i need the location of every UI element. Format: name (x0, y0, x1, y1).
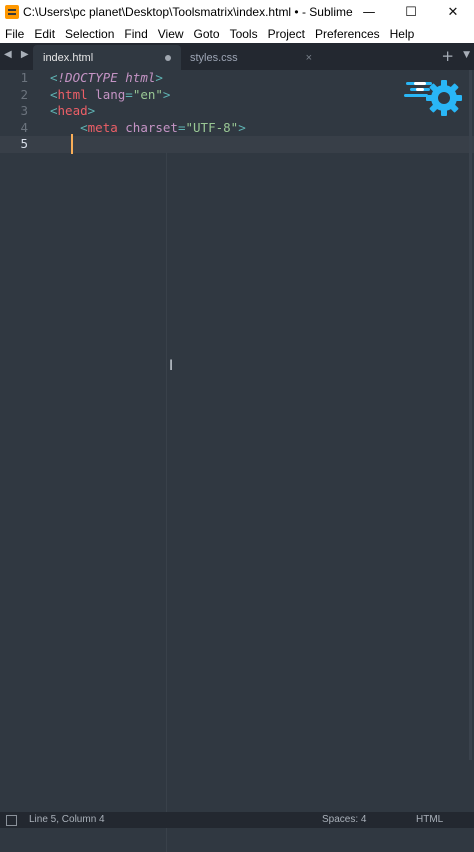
code-token: > (162, 86, 171, 102)
code-token: < (50, 103, 58, 118)
line-number: 2 (20, 86, 28, 102)
code-token: lang (95, 86, 126, 102)
modified-dot-icon[interactable] (165, 54, 171, 61)
status-bar: Line 5, Column 4 Spaces: 4 HTML (0, 812, 474, 828)
tab-bar: ◀ ▶ index.html styles.css × + ▼ (0, 43, 474, 70)
close-button[interactable]: ✕ (432, 0, 474, 24)
code-token: > (155, 70, 163, 85)
menu-help[interactable]: Help (385, 27, 420, 41)
minimize-button[interactable]: — (348, 0, 390, 24)
code-line: <html lang="en"> (50, 87, 246, 104)
sublime-app-icon (5, 5, 19, 19)
line-number: 4 (20, 119, 28, 135)
code-token: "UTF-8" (185, 119, 239, 135)
menu-edit[interactable]: Edit (29, 27, 60, 41)
code-token: = (177, 119, 186, 135)
code-line: <!DOCTYPE html> (50, 70, 246, 87)
menu-bar: File Edit Selection Find View Goto Tools… (0, 24, 474, 43)
indent-guide (166, 152, 167, 852)
tab-label: styles.css (190, 51, 238, 64)
code-token: > (87, 103, 96, 118)
menu-selection[interactable]: Selection (60, 27, 119, 41)
menu-project[interactable]: Project (263, 27, 310, 41)
code-token: head (57, 103, 88, 118)
tab-label: index.html (43, 51, 94, 64)
tab-styles-css[interactable]: styles.css × (180, 45, 322, 70)
code-editor[interactable]: 12345 <!DOCTYPE html> <html lang="en"> <he… (0, 70, 474, 852)
syntax-mode[interactable]: HTML (416, 814, 443, 825)
tab-close-icon[interactable]: × (306, 52, 312, 64)
code-token: html (57, 86, 88, 102)
code-token: charset (125, 119, 178, 135)
code-line: <meta charset="UTF-8"> (50, 120, 246, 137)
menu-tools[interactable]: Tools (225, 27, 263, 41)
ibeam-cursor-icon: I (169, 358, 174, 374)
new-tab-icon[interactable]: + (441, 47, 454, 65)
code-token: < (50, 86, 58, 102)
tab-index-html[interactable]: index.html (33, 45, 181, 70)
cursor-position[interactable]: Line 5, Column 4 (29, 814, 105, 825)
menu-view[interactable]: View (153, 27, 189, 41)
line-number: 5 (20, 136, 28, 151)
window-controls: — ☐ ✕ (348, 0, 474, 24)
code-token: < (50, 70, 58, 85)
indentation-setting[interactable]: Spaces: 4 (322, 814, 366, 825)
line-number: 3 (20, 103, 28, 118)
code-token: > (238, 119, 246, 135)
line-number: 1 (20, 70, 28, 85)
toolsmatrix-gear-logo-icon (404, 80, 462, 116)
code-token: !DOCTYPE html (57, 70, 156, 85)
code-line (50, 136, 246, 153)
line-number-gutter: 12345 (0, 70, 40, 153)
code-token: "en" (132, 86, 163, 102)
text-caret (71, 134, 73, 154)
vertical-scrollbar[interactable] (469, 70, 472, 760)
menu-file[interactable]: File (0, 27, 29, 41)
maximize-button[interactable]: ☐ (390, 0, 432, 24)
title-bar: C:\Users\pc planet\Desktop\Toolsmatrix\i… (0, 0, 474, 24)
tab-nav-arrows-icon[interactable]: ◀ ▶ (4, 49, 32, 60)
code-token: meta (87, 119, 118, 135)
window-title: C:\Users\pc planet\Desktop\Toolsmatrix\i… (23, 5, 353, 19)
code-token: = (125, 86, 133, 102)
menu-preferences[interactable]: Preferences (310, 27, 385, 41)
menu-goto[interactable]: Goto (189, 27, 225, 41)
panel-toggle-icon[interactable] (6, 815, 17, 826)
tab-dropdown-icon[interactable]: ▼ (463, 50, 470, 60)
code-token: < (80, 119, 88, 135)
code-area[interactable]: <!DOCTYPE html> <html lang="en"> <head> <m… (50, 70, 246, 153)
menu-find[interactable]: Find (119, 27, 152, 41)
code-line: <head> (50, 103, 246, 120)
